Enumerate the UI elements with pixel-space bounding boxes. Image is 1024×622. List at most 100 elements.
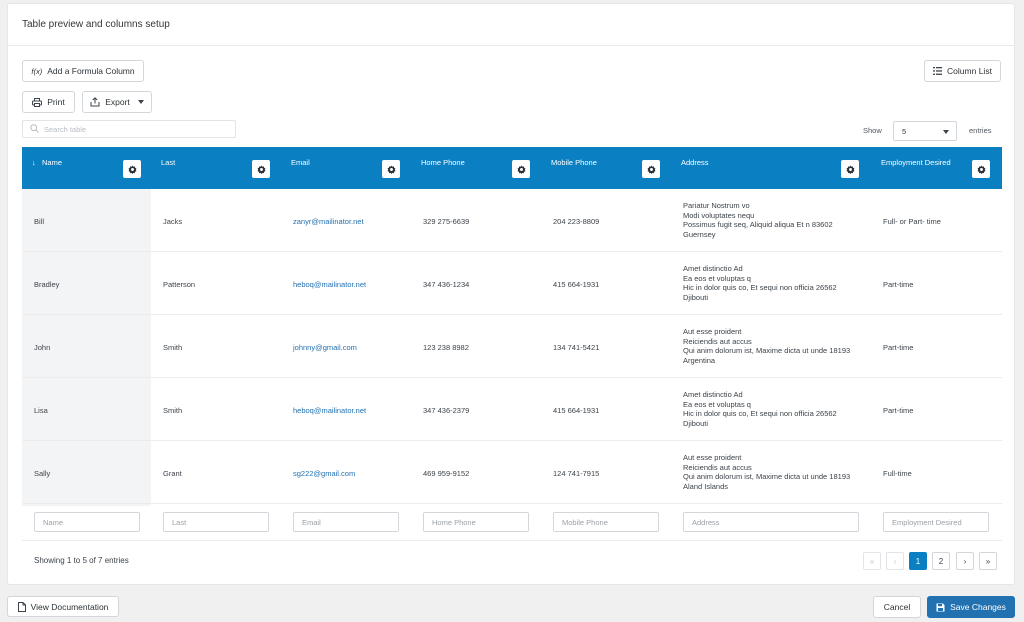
address-line: Djibouti [683,292,709,302]
cell-email-link[interactable]: johnny@gmail.com [293,343,357,352]
cell-last: Smith [163,343,183,352]
export-dropdown[interactable]: Export [82,91,152,113]
cell-mobile-phone: 124 741-7915 [553,469,600,478]
cancel-button[interactable]: Cancel [873,596,921,618]
cell-employment: Full-time [883,469,912,478]
view-documentation-label: View Documentation [30,601,109,612]
address-line: Hic in dolor quis co, Et sequi non offic… [683,409,837,418]
column-header-email[interactable]: Email [281,147,411,189]
address-line: Aut esse proident [683,453,742,462]
address-line: Possimus fugit seq, Aliquid aliqua Et n … [683,220,833,229]
column-header-home-phone[interactable]: Home Phone [411,147,541,189]
previous-page-button[interactable]: ‹ [886,552,904,570]
page-1-button[interactable]: 1 [909,552,927,570]
gear-icon[interactable] [382,160,400,178]
next-page-button[interactable]: › [956,552,974,570]
cell-name: Sally [34,469,51,478]
column-header-address[interactable]: Address [671,147,871,189]
gear-icon[interactable] [123,160,141,178]
cell-home-phone: 329 275-6639 [423,217,470,226]
gear-icon[interactable] [972,160,990,178]
filter-mobile-phone-input[interactable] [553,512,659,532]
save-changes-button[interactable]: Save Changes [927,596,1015,618]
table-row: Bill Jacks zanyr@mailinator.net 329 275-… [22,189,1002,252]
add-formula-column-button[interactable]: f(x) Add a Formula Column [22,60,144,82]
column-header-last[interactable]: Last [151,147,281,189]
cell-email-link[interactable]: sg222@gmail.com [293,469,355,478]
table-row: John Smith johnny@gmail.com 123 238 8982… [22,315,1002,378]
printer-icon [32,97,43,107]
address-line: Modi voluptates nequ [683,210,755,220]
print-button[interactable]: Print [22,91,75,113]
cell-email-link[interactable]: heboq@mailinator.net [293,280,366,289]
address-line: Ea eos et voluptas q [683,273,751,283]
cell-mobile-phone: 204 223-8809 [553,217,600,226]
panel-title: Table preview and columns setup [22,19,170,30]
entries-select[interactable]: 5 [893,121,957,141]
address-line: Djibouti [683,418,709,428]
chevron-down-icon [137,100,144,104]
cell-email-link[interactable]: heboq@mailinator.net [293,406,366,415]
address-line: Hic in dolor quis co, Et sequi non offic… [683,283,837,292]
gear-icon[interactable] [841,160,859,178]
view-documentation-button[interactable]: View Documentation [7,596,119,617]
cell-employment: Full- or Part- time [883,217,941,226]
cell-name: John [34,343,51,352]
filter-address-input[interactable] [683,512,859,532]
cell-address: Aut esse proident Reiciendis aut accus Q… [683,327,850,365]
cell-mobile-phone: 415 664-1931 [553,406,600,415]
entries-label: entries [969,126,992,135]
column-list-label: Column List [947,66,992,76]
cell-employment: Part-time [883,280,914,289]
column-header-mobile-phone[interactable]: Mobile Phone [541,147,671,189]
export-icon [90,97,100,107]
cell-home-phone: 469 959-9152 [423,469,470,478]
filter-name-input[interactable] [34,512,140,532]
filter-last-input[interactable] [163,512,269,532]
cell-name: Bradley [34,280,60,289]
filter-employment-input[interactable] [883,512,989,532]
filter-home-phone-input[interactable] [423,512,529,532]
search-input[interactable] [44,124,224,134]
search-box [22,120,236,138]
column-header-name[interactable]: ↓ Name [22,147,151,189]
table-row: Sally Grant sg222@gmail.com 469 959-9152… [22,441,1002,504]
gear-icon[interactable] [252,160,270,178]
cell-home-phone: 347 436-1234 [423,280,470,289]
table-row: Bradley Patterson heboq@mailinator.net 3… [22,252,1002,315]
cell-address: Pariatur Nostrum vo Modi voluptates nequ… [683,201,833,239]
cell-mobile-phone: 134 741-5421 [553,343,600,352]
sort-arrow-icon: ↓ [32,158,36,167]
address-line: Reiciendis aut accus [683,336,752,346]
cell-last: Grant [163,469,182,478]
table-header: ↓ Name Last Email Home Phone Mobile Phon… [22,147,1002,189]
gear-icon[interactable] [642,160,660,178]
cell-address: Amet distinctio Ad Ea eos et voluptas q … [683,264,837,302]
column-header-employment-desired[interactable]: Employment Desired [871,147,1002,189]
column-label: Last [161,158,176,167]
cell-last: Patterson [163,280,196,289]
address-line: Qui anim dolorum ist, Maxime dicta ut un… [683,346,851,355]
filter-email-input[interactable] [293,512,399,532]
address-line: Guernsey [683,229,716,239]
cell-email-link[interactable]: zanyr@mailinator.net [293,217,364,226]
cell-address: Aut esse proident Reiciendis aut accus Q… [683,453,850,491]
entries-info: Showing 1 to 5 of 7 entries [34,556,129,565]
page-2-button[interactable]: 2 [932,552,950,570]
column-label: Email [291,158,310,167]
document-icon [17,601,26,612]
column-list-button[interactable]: Column List [924,60,1001,82]
cell-name: Lisa [34,406,48,415]
cancel-label: Cancel [883,602,911,612]
table-row: Lisa Smith heboq@mailinator.net 347 436-… [22,378,1002,441]
last-page-button[interactable]: » [979,552,997,570]
column-label: Name [42,158,63,167]
address-line: Amet distinctio Ad [683,390,743,399]
address-line: Aut esse proident [683,327,742,336]
gear-icon[interactable] [512,160,530,178]
address-line: Qui anim dolorum ist, Maxime dicta ut un… [683,472,851,481]
list-icon [933,67,943,75]
panel-header: Table preview and columns setup [8,4,1014,46]
table-setup-panel: Table preview and columns setup f(x) Add… [7,3,1015,585]
first-page-button[interactable]: « [863,552,881,570]
